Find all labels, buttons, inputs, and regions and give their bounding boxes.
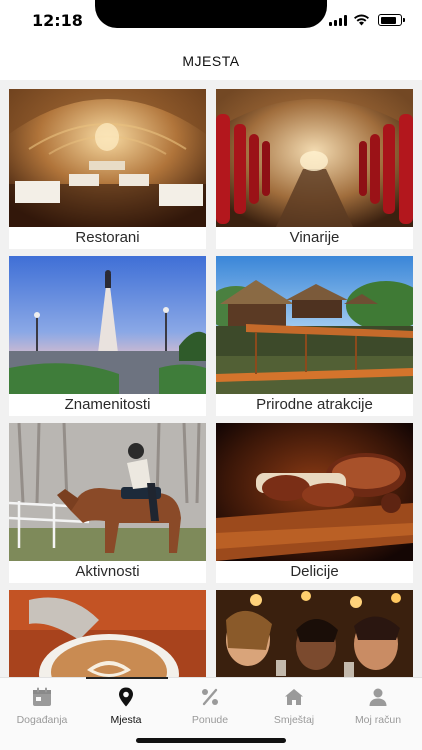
calendar-icon (33, 687, 51, 706)
category-label: Restorani (75, 229, 140, 246)
category-label: Aktivnosti (75, 563, 140, 580)
device-notch (95, 0, 327, 28)
tab-mjesta[interactable]: Mjesta (84, 678, 168, 728)
wifi-icon (354, 14, 369, 26)
party-people-image (216, 590, 413, 677)
category-card-nightlife[interactable] (216, 590, 413, 677)
category-card-restorani[interactable]: Restorani (9, 89, 206, 249)
tab-moj-racun[interactable]: Moj račun (336, 678, 420, 728)
page-title: MJESTA (182, 53, 240, 69)
navigation-header: MJESTA (0, 44, 422, 80)
category-card-delicije[interactable]: Delicije (216, 423, 413, 583)
category-grid[interactable]: Restorani Vinarije Znamenitosti Prirodne… (0, 80, 422, 677)
status-bar: 12:18 (0, 0, 422, 44)
category-card-coffee[interactable] (9, 590, 206, 677)
tab-dogadjanja[interactable]: Događanja (0, 678, 84, 728)
home-indicator[interactable] (136, 738, 286, 743)
tab-label: Moj račun (354, 714, 402, 726)
tab-smjestaj[interactable]: Smještaj (252, 678, 336, 728)
category-label: Vinarije (289, 229, 340, 246)
category-card-prirodne-atrakcije[interactable]: Prirodne atrakcije (216, 256, 413, 416)
category-card-znamenitosti[interactable]: Znamenitosti (9, 256, 206, 416)
tab-label: Događanja (16, 714, 68, 726)
restaurant-cellar-image (9, 89, 206, 227)
cellular-signal-icon (329, 15, 347, 26)
category-label: Delicije (290, 563, 339, 580)
category-label: Prirodne atrakcije (256, 396, 373, 413)
home-icon (285, 689, 303, 705)
wine-cellar-image (216, 89, 413, 227)
battery-level (380, 16, 396, 24)
tab-ponude[interactable]: Ponude (168, 678, 252, 728)
horse-riding-image (9, 423, 206, 561)
latte-art-image (9, 590, 206, 677)
category-card-vinarije[interactable]: Vinarije (216, 89, 413, 249)
nature-boardwalk-image (216, 256, 413, 394)
tab-label: Smještaj (273, 714, 315, 726)
percent-icon (202, 688, 218, 706)
status-time: 12:18 (32, 11, 83, 30)
user-icon (369, 688, 387, 706)
category-label: Znamenitosti (64, 396, 151, 413)
monument-image (9, 256, 206, 394)
battery-icon (378, 14, 405, 26)
cured-meats-image (216, 423, 413, 561)
map-pin-icon (119, 687, 133, 707)
category-card-aktivnosti[interactable]: Aktivnosti (9, 423, 206, 583)
tab-label: Mjesta (110, 714, 142, 726)
tab-label: Ponude (191, 714, 229, 726)
